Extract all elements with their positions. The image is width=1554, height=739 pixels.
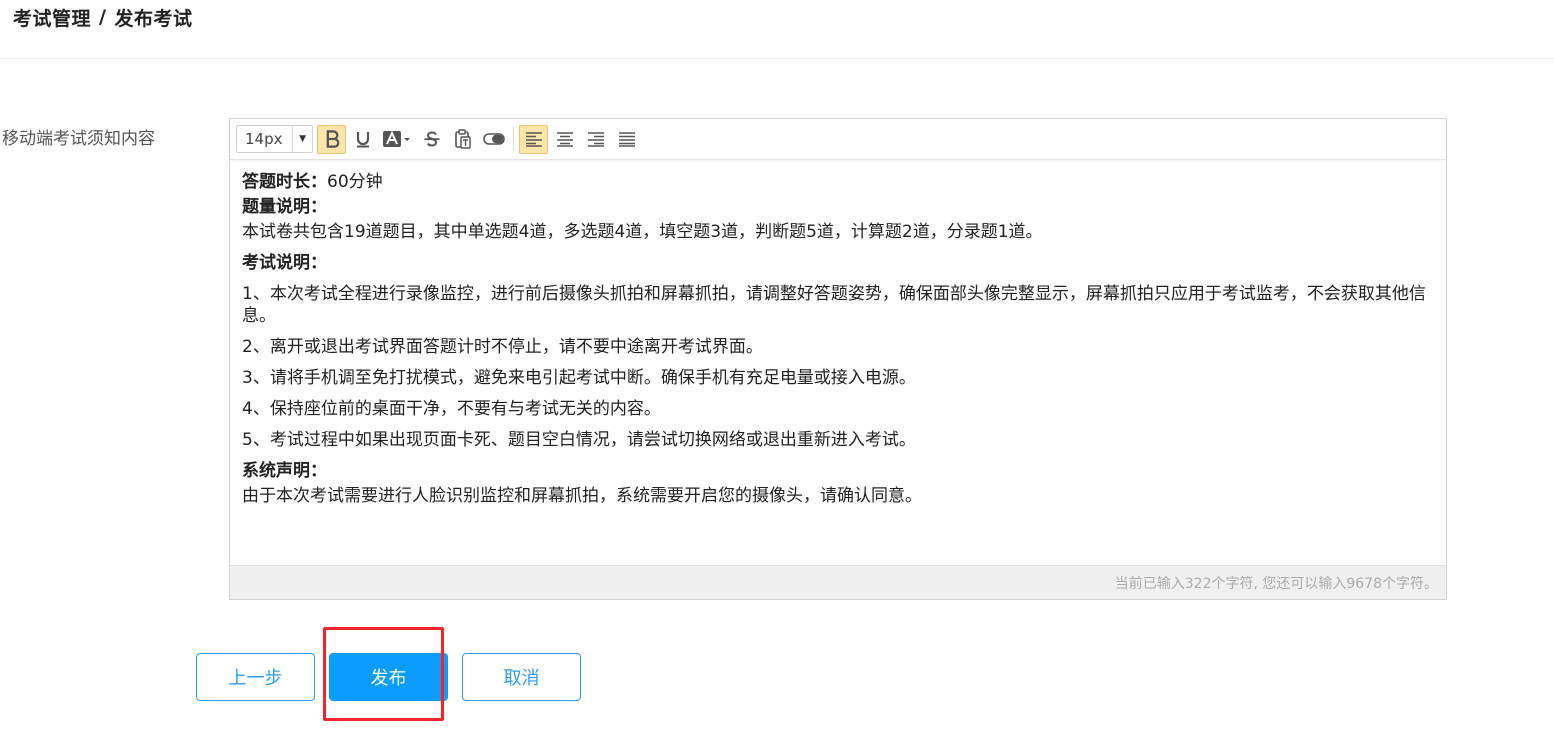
rich-text-editor[interactable]: 14px ▼ 答题时长：60分钟 题量说明： 本试卷共包含19道题目，其中单选题…: [229, 118, 1447, 600]
editor-toolbar: 14px ▼: [230, 119, 1446, 160]
strikethrough-icon: [424, 131, 439, 147]
char-count-text: 当前已输入322个字符, 您还可以输入9678个字符。: [1114, 575, 1438, 592]
rule-item: 5、考试过程中如果出现页面卡死、题目空白情况，请尝试切换网络或退出重新进入考试。: [242, 430, 916, 450]
underline-icon: [356, 132, 369, 148]
font-color-icon: [383, 130, 410, 147]
align-center-icon: [556, 132, 573, 147]
rules-heading: 考试说明：: [242, 253, 327, 273]
rule-item: 3、请将手机调至免打扰模式，避免来电引起考试中断。确保手机有充足电量或接入电源。: [242, 368, 916, 388]
cancel-button[interactable]: 取消: [462, 653, 581, 701]
font-size-value: 14px: [245, 130, 283, 148]
align-justify-icon: [618, 132, 635, 147]
char-count-bar: 当前已输入322个字符, 您还可以输入9678个字符。: [230, 565, 1446, 599]
bold-icon: [326, 130, 339, 148]
align-center-button[interactable]: [550, 125, 579, 154]
statement-text: 由于本次考试需要进行人脸识别监控和屏幕抓拍，系统需要开启您的摄像头，请确认同意。: [242, 486, 922, 506]
rule-item: 4、保持座位前的桌面干净，不要有与考试无关的内容。: [242, 399, 661, 419]
duration-label: 答题时长：: [242, 172, 327, 192]
strikethrough-button[interactable]: [417, 125, 446, 154]
underline-button[interactable]: [348, 125, 377, 154]
breadcrumb: 考试管理 / 发布考试: [13, 4, 192, 30]
clear-format-icon: [482, 133, 505, 145]
header-divider: [0, 58, 1554, 59]
breadcrumb-current: 发布考试: [114, 7, 193, 30]
editor-content[interactable]: 答题时长：60分钟 题量说明： 本试卷共包含19道题目，其中单选题4道，多选题4…: [242, 171, 1432, 516]
prev-step-button[interactable]: 上一步: [196, 653, 315, 701]
count-heading: 题量说明：: [242, 197, 327, 217]
font-size-select[interactable]: 14px ▼: [236, 125, 313, 153]
rule-item: 2、离开或退出考试界面答题计时不停止，请不要中途离开考试界面。: [242, 337, 763, 357]
clear-format-button[interactable]: [479, 125, 508, 154]
breadcrumb-parent[interactable]: 考试管理: [13, 4, 91, 31]
publish-button[interactable]: 发布: [329, 653, 448, 701]
align-right-button[interactable]: [581, 125, 610, 154]
field-label: 移动端考试须知内容: [2, 129, 155, 149]
count-text: 本试卷共包含19道题目，其中单选题4道，多选题4道，填空题3道，判断题5道，计算…: [242, 222, 1043, 242]
align-left-icon: [525, 132, 542, 147]
rule-item: 1、本次考试全程进行录像监控，进行前后摄像头抓拍和屏幕抓拍，请调整好答题姿势，确…: [242, 284, 1426, 326]
paste-text-icon: [454, 129, 471, 149]
paste-text-button[interactable]: [448, 125, 477, 154]
bold-button[interactable]: [317, 124, 346, 154]
duration-line: 答题时长：60分钟: [242, 171, 1432, 193]
align-left-button[interactable]: [519, 124, 548, 154]
breadcrumb-separator: /: [99, 6, 107, 28]
font-color-button[interactable]: [379, 125, 415, 154]
duration-value: 60分钟: [327, 172, 383, 192]
align-right-icon: [587, 132, 604, 147]
chevron-down-icon: ▼: [292, 126, 306, 152]
toolbar-separator: [513, 127, 514, 151]
align-justify-button[interactable]: [612, 125, 641, 154]
statement-heading: 系统声明：: [242, 461, 327, 481]
